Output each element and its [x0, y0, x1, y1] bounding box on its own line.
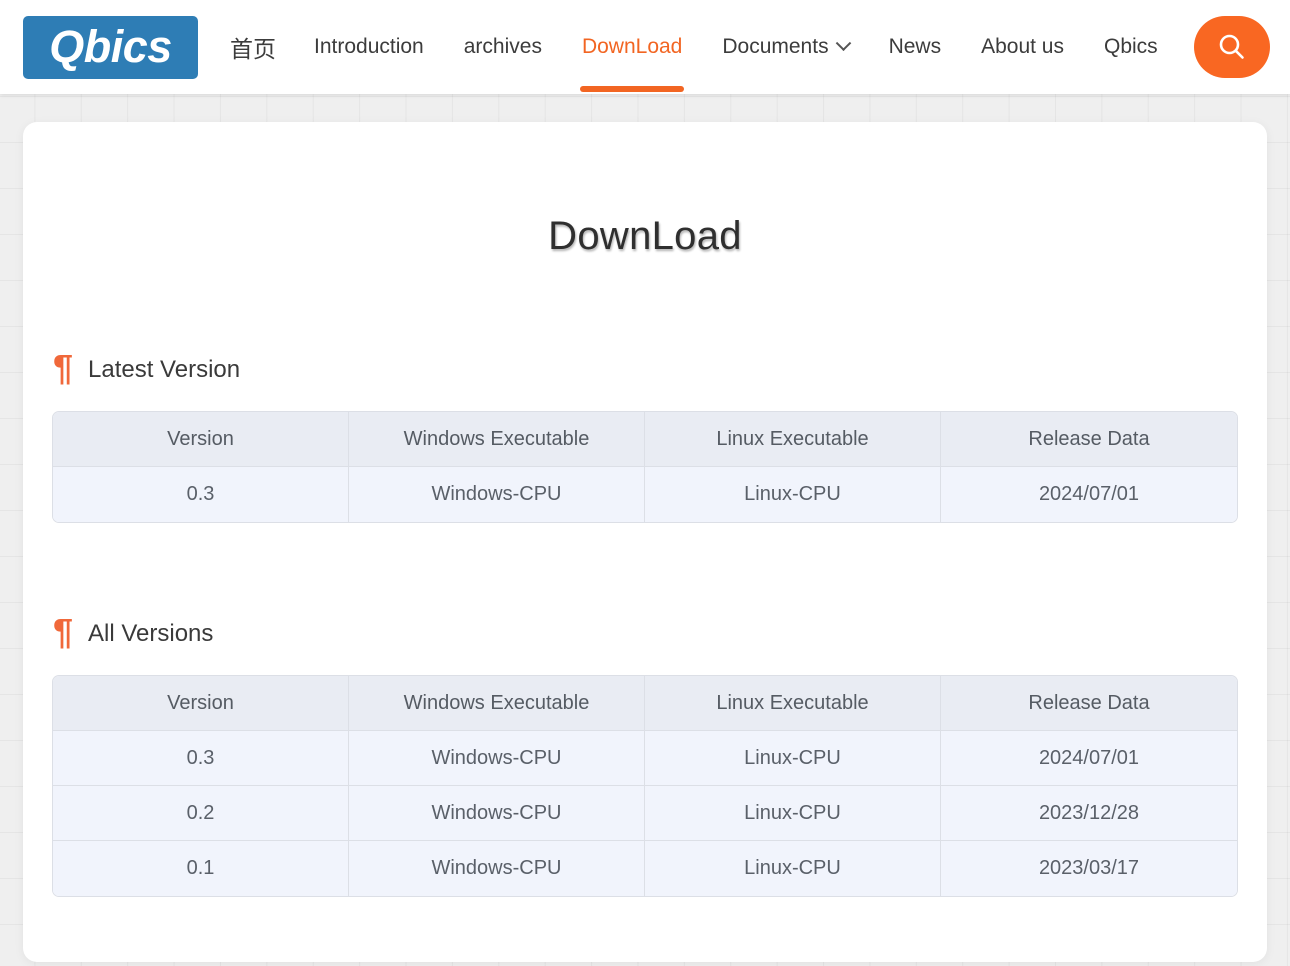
- table-cell: 2024/07/01: [941, 467, 1237, 522]
- nav-item-label: Qbics: [1104, 35, 1158, 58]
- pilcrow-icon: ¶: [53, 611, 74, 652]
- section-heading: ¶ All Versions: [53, 611, 1267, 652]
- pilcrow-icon: ¶: [53, 347, 74, 388]
- table-cell-version: 0.2: [53, 786, 349, 841]
- table-cell[interactable]: Linux-CPU: [645, 786, 941, 841]
- nav-item-首页[interactable]: 首页: [212, 0, 294, 94]
- table-cell[interactable]: Windows-CPU: [349, 467, 645, 522]
- table-column-header: Linux Executable: [645, 412, 941, 467]
- sections-container: ¶ Latest Version Version Windows Executable…: [23, 347, 1267, 897]
- site-header: Qbics 首页 Introduction archives DownLoad Docu…: [0, 0, 1290, 94]
- nav-item-download[interactable]: DownLoad: [562, 0, 702, 94]
- table-cell[interactable]: Linux-CPU: [645, 731, 941, 786]
- table-column-header: Version: [53, 676, 349, 731]
- site-logo-text: Qbics: [49, 20, 172, 72]
- table-column-header: Version: [53, 412, 349, 467]
- table-cell[interactable]: Linux-CPU: [645, 841, 941, 896]
- table-cell[interactable]: Windows-CPU: [349, 841, 645, 896]
- table-cell: 2023/03/17: [941, 841, 1237, 896]
- nav-item-label: archives: [463, 35, 542, 58]
- nav-item-documents[interactable]: Documents: [702, 0, 868, 94]
- nav-item-label: Documents: [722, 35, 829, 58]
- table-cell-version: 0.1: [53, 841, 349, 896]
- table-cell: 2023/12/28: [941, 786, 1237, 841]
- version-table: Version Windows Executable Linux Executabl…: [52, 675, 1238, 897]
- nav-item-label: 首页: [230, 36, 276, 62]
- section-heading: ¶ Latest Version: [53, 347, 1267, 388]
- table-column-header: Linux Executable: [645, 676, 941, 731]
- table-cell-version: 0.3: [53, 731, 349, 786]
- version-table: Version Windows Executable Linux Executabl…: [52, 411, 1238, 523]
- section-all-versions: ¶ All Versions Version Windows Executable Li…: [23, 611, 1267, 897]
- table-cell[interactable]: Linux-CPU: [645, 467, 941, 522]
- section-latest-version: ¶ Latest Version Version Windows Executable…: [23, 347, 1267, 523]
- site-logo[interactable]: Qbics: [23, 15, 198, 79]
- content-card: DownLoad ¶ Latest Version Version Windows E…: [23, 122, 1267, 962]
- table-row: 0.2 Windows-CPU Linux-CPU 2023/12/28: [53, 786, 1237, 841]
- nav-item-news[interactable]: News: [869, 0, 962, 94]
- nav-item-label: DownLoad: [581, 35, 683, 58]
- chevron-down-icon: [835, 34, 851, 51]
- table-header-row: Version Windows Executable Linux Executabl…: [53, 676, 1237, 731]
- nav-item-label: Introduction: [314, 35, 424, 58]
- nav-item-about-us[interactable]: About us: [961, 0, 1084, 94]
- table-row: 0.3 Windows-CPU Linux-CPU 2024/07/01: [53, 467, 1237, 522]
- table-cell-version: 0.3: [53, 467, 349, 522]
- main-navigation: 首页 Introduction archives DownLoad Documents N…: [212, 0, 1178, 94]
- nav-item-introduction[interactable]: Introduction: [294, 0, 444, 94]
- page-title: DownLoad: [548, 214, 742, 258]
- table-column-header: Windows Executable: [349, 412, 645, 467]
- table-column-header: Windows Executable: [349, 676, 645, 731]
- section-title: Latest Version: [88, 356, 241, 383]
- nav-item-qbics[interactable]: Qbics: [1084, 0, 1178, 94]
- table-cell: 2024/07/01: [941, 731, 1237, 786]
- table-column-header: Release Data: [941, 412, 1237, 467]
- nav-item-label: News: [888, 35, 942, 58]
- search-button[interactable]: [1193, 16, 1270, 78]
- table-row: 0.3 Windows-CPU Linux-CPU 2024/07/01: [53, 731, 1237, 786]
- nav-item-label: About us: [981, 35, 1064, 58]
- table-cell[interactable]: Windows-CPU: [349, 731, 645, 786]
- section-title: All Versions: [88, 620, 214, 647]
- table-column-header: Release Data: [941, 676, 1237, 731]
- table-row: 0.1 Windows-CPU Linux-CPU 2023/03/17: [53, 841, 1237, 896]
- search-icon: [1215, 30, 1249, 64]
- table-cell[interactable]: Windows-CPU: [349, 786, 645, 841]
- nav-item-archives[interactable]: archives: [444, 0, 562, 94]
- table-header-row: Version Windows Executable Linux Executabl…: [53, 412, 1237, 467]
